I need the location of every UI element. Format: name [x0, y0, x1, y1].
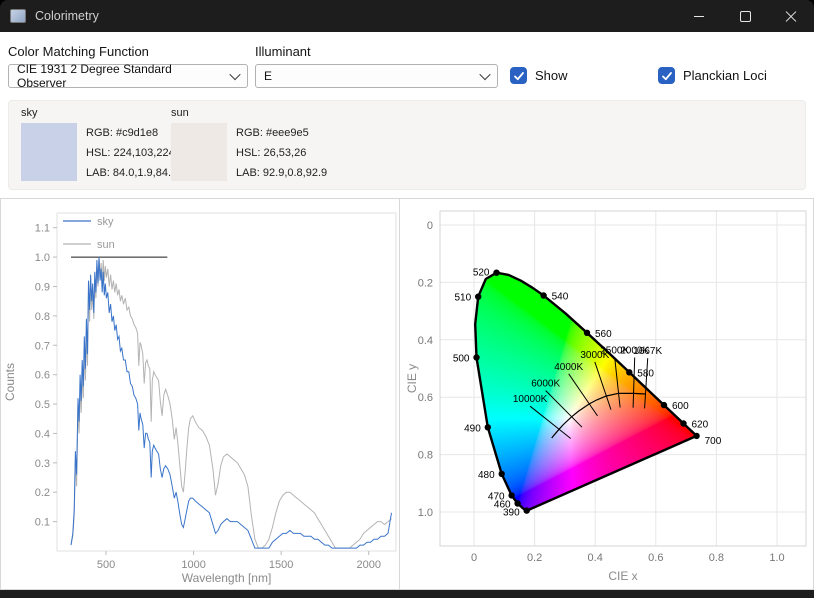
close-button[interactable]: [768, 0, 814, 32]
svg-text:480: 480: [478, 470, 495, 481]
rgb-value: RGB: #c9d1e8: [86, 123, 177, 143]
sun-color-values: RGB: #eee9e5 HSL: 26,53,26 LAB: 92.9,0.8…: [236, 123, 327, 183]
svg-text:0.5: 0.5: [35, 399, 50, 411]
lab-value: LAB: 92.9,0.8,92.9: [236, 163, 327, 183]
svg-text:490: 490: [464, 423, 481, 434]
maximize-button[interactable]: [722, 0, 768, 32]
show-checkbox[interactable]: Show: [510, 67, 568, 84]
svg-text:0.6: 0.6: [35, 370, 50, 382]
app-window: Colorimetry Color Matching Function Illu…: [0, 0, 814, 598]
svg-text:1500: 1500: [269, 559, 293, 571]
swatch-sky: sky RGB: #c9d1e8 HSL: 224,103,224 LAB: 8…: [21, 107, 177, 183]
title-bar[interactable]: Colorimetry: [0, 0, 814, 32]
illuminant-select[interactable]: E: [255, 64, 498, 88]
swatch-sun: sun RGB: #eee9e5 HSL: 26,53,26 LAB: 92.9…: [171, 107, 327, 183]
sky-color-swatch: [21, 123, 77, 181]
svg-text:1.0: 1.0: [35, 252, 50, 264]
sky-color-values: RGB: #c9d1e8 HSL: 224,103,224 LAB: 84.0,…: [86, 123, 177, 183]
svg-text:510: 510: [455, 293, 472, 304]
window-controls: [676, 0, 814, 32]
illuminant-select-value: E: [264, 69, 272, 83]
cmf-select-value: CIE 1931 2 Degree Standard Observer: [17, 62, 223, 90]
cmf-select[interactable]: CIE 1931 2 Degree Standard Observer: [8, 64, 248, 88]
svg-text:Counts: Counts: [3, 363, 17, 401]
svg-text:Wavelength [nm]: Wavelength [nm]: [182, 571, 272, 585]
svg-text:6000K: 6000K: [531, 379, 560, 390]
svg-text:0.1: 0.1: [35, 517, 50, 529]
svg-text:540: 540: [552, 292, 569, 303]
svg-text:0.9: 0.9: [35, 281, 50, 293]
show-checkbox-label: Show: [535, 68, 568, 83]
svg-text:1000: 1000: [181, 559, 205, 571]
svg-text:sun: sun: [97, 239, 115, 251]
svg-text:700: 700: [705, 436, 722, 447]
checkbox-checked-icon: [510, 67, 527, 84]
close-icon: [785, 10, 797, 22]
svg-text:2000: 2000: [356, 559, 380, 571]
svg-text:520: 520: [473, 268, 490, 279]
swatch-name: sun: [171, 107, 327, 119]
planckian-loci-checkbox-label: Planckian Loci: [683, 68, 767, 83]
cmf-label: Color Matching Function: [8, 44, 149, 59]
svg-text:10000K: 10000K: [513, 394, 548, 405]
rgb-value: RGB: #eee9e5: [236, 123, 327, 143]
color-swatch-panel: sky RGB: #c9d1e8 HSL: 224,103,224 LAB: 8…: [8, 100, 806, 190]
minimize-button[interactable]: [676, 0, 722, 32]
maximize-icon: [740, 11, 751, 22]
window-title: Colorimetry: [35, 9, 99, 23]
chevron-down-icon: [229, 69, 240, 80]
checkbox-checked-icon: [658, 67, 675, 84]
svg-text:620: 620: [692, 420, 709, 431]
svg-text:0.7: 0.7: [35, 340, 50, 352]
illuminant-label: Illuminant: [255, 44, 311, 59]
svg-text:580: 580: [637, 368, 654, 379]
swatch-name: sky: [21, 107, 177, 119]
svg-text:500: 500: [453, 354, 470, 365]
svg-text:4000K: 4000K: [554, 362, 583, 373]
spectra-chart[interactable]: 0.1 0.2 0.3 0.4 0.5 0.6 0.7 0.8 0.9 1.0 1.1 500 1000…: [0, 198, 400, 590]
hsl-value: HSL: 26,53,26: [236, 143, 327, 163]
hsl-value: HSL: 224,103,224: [86, 143, 177, 163]
svg-text:0.3: 0.3: [35, 458, 50, 470]
svg-text:0.8: 0.8: [35, 311, 50, 323]
svg-text:560: 560: [595, 329, 612, 340]
window-content: Color Matching Function Illuminant CIE 1…: [0, 32, 814, 590]
cie-chromaticity-chart[interactable]: 00.20.40.60.81.000.20.40.60.81.0CIE xCIE…: [399, 198, 814, 590]
svg-text:1.1: 1.1: [35, 223, 50, 235]
svg-text:470: 470: [488, 491, 505, 502]
sun-color-swatch: [171, 123, 227, 181]
svg-text:0.4: 0.4: [35, 428, 50, 440]
app-icon: [10, 9, 26, 23]
svg-text:600: 600: [672, 401, 689, 412]
svg-text:500: 500: [97, 559, 115, 571]
chevron-down-icon: [479, 69, 490, 80]
minimize-icon: [694, 16, 704, 17]
svg-text:0.2: 0.2: [35, 487, 50, 499]
window-resize-edge[interactable]: [0, 590, 814, 598]
svg-text:1667K: 1667K: [633, 346, 662, 357]
planckian-loci-checkbox[interactable]: Planckian Loci: [658, 67, 767, 84]
lab-value: LAB: 84.0,1.9,84.0: [86, 163, 177, 183]
svg-text:sky: sky: [97, 216, 114, 228]
